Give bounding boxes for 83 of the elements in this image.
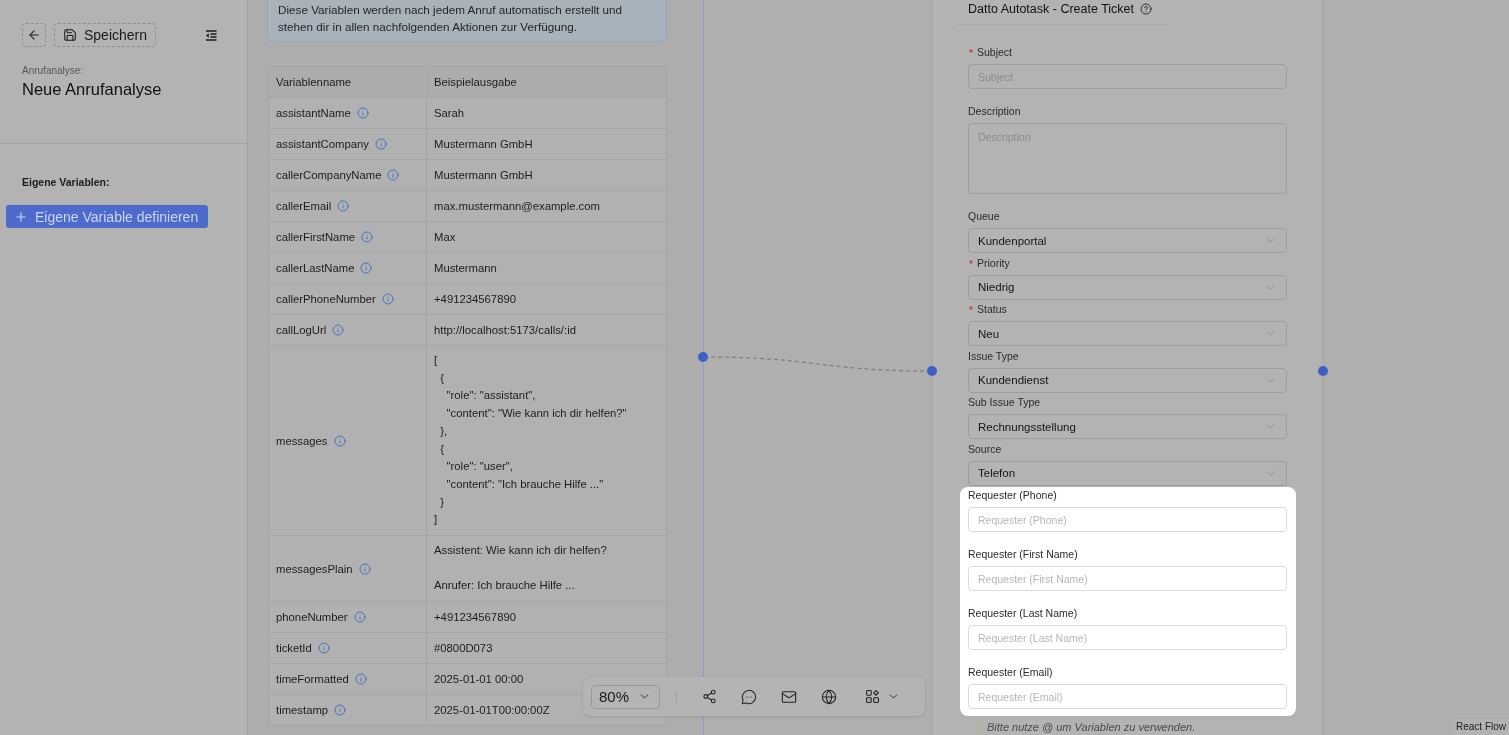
example-value: max.mustermann@example.com (426, 190, 667, 222)
analysis-title: Neue Anrufanalyse (22, 80, 162, 99)
info-notice: Diese Variablen werden nach jedem Anruf automatisch erstellt und stehen dir in allen nachfolgenden Aktionen zur Verfügung. (267, 0, 667, 42)
hint-text: Bitte nutze @ um Variablen zu verwenden. (987, 721, 1196, 734)
info-icon[interactable] (333, 434, 346, 447)
info-icon[interactable] (387, 169, 400, 181)
info-icon[interactable] (356, 107, 369, 119)
variable-name: callLogUrl (276, 324, 327, 336)
field-label: Sub Issue Type (968, 396, 1041, 409)
list-indent-icon[interactable] (205, 29, 217, 41)
save-button[interactable]: Speichern (54, 23, 157, 47)
info-icon[interactable] (337, 200, 350, 212)
globe-icon[interactable] (821, 688, 837, 705)
variable-name: callerPhoneNumber (276, 293, 376, 305)
example-value: Mustermann GmbH (426, 128, 667, 160)
variable-name: messagesPlain (276, 562, 353, 575)
example-value: Max (426, 221, 667, 253)
grid-icon[interactable] (866, 690, 879, 703)
field-label: Requester (First Name) (968, 548, 1078, 561)
variable-name: timestamp (276, 704, 329, 717)
info-icon[interactable] (332, 324, 345, 336)
section-heading: Eigene Variablen: (22, 176, 110, 189)
connection-handle[interactable] (927, 366, 937, 376)
mail-icon[interactable] (781, 688, 797, 705)
attribution-link[interactable]: React Flow (1452, 719, 1509, 735)
lightbulb-icon (973, 722, 983, 733)
variable-name: assistantName (276, 107, 351, 119)
connection-handle[interactable] (698, 352, 708, 362)
variable-name: callerEmail (276, 200, 332, 212)
save-icon (63, 28, 77, 42)
dropdown[interactable]: Kundendienst (968, 367, 1287, 393)
variable-name: messages (276, 434, 328, 447)
field-label: Requester (Last Name) (968, 607, 1078, 620)
info-icon[interactable] (317, 642, 330, 655)
column-header: Variablenname (268, 66, 427, 98)
variable-name: callerLastName (276, 262, 355, 274)
column-header: Beispielausgabe (426, 66, 667, 98)
field-label: Issue Type (968, 349, 1019, 363)
field-label: Status (977, 303, 1007, 316)
variable-name: callerFirstName (276, 231, 356, 243)
back-button[interactable] (22, 23, 46, 47)
field-label: Priority (977, 256, 1010, 270)
example-value: Mustermann (426, 252, 667, 284)
field-label: Subject (977, 46, 1013, 59)
info-icon[interactable] (381, 293, 394, 305)
field-label: Description (968, 105, 1021, 118)
variable-name: assistantCompany (276, 138, 369, 150)
info-icon[interactable] (358, 562, 371, 575)
info-icon[interactable] (334, 704, 347, 717)
example-value: Mustermann GmbH (426, 159, 667, 191)
info-icon[interactable] (374, 138, 387, 150)
analysis-caption: Anrufanalyse: (22, 64, 84, 77)
help-icon[interactable] (1140, 3, 1153, 15)
info-icon[interactable] (353, 611, 366, 624)
variable-name: ticketId (276, 642, 312, 655)
field-label: Requester (Email) (968, 666, 1053, 679)
zoom-select[interactable]: 80% (591, 684, 660, 709)
example-value: +491234567890 (426, 601, 667, 633)
info-icon[interactable] (361, 231, 374, 243)
field-label: Requester (Phone) (968, 489, 1057, 502)
share-icon[interactable] (701, 689, 717, 704)
example-value: #0800D073 (426, 632, 667, 664)
dropdown[interactable]: Kundenportal (968, 228, 1287, 253)
variable-name: callerCompanyName (276, 169, 382, 181)
plus-icon (14, 209, 28, 224)
example-value: http://localhost:5173/calls/:id (426, 314, 667, 346)
dropdown[interactable]: Niedrig (968, 274, 1287, 300)
node-title: Datto Autotask - Create Ticket (968, 2, 1135, 16)
connection-handle[interactable] (1318, 366, 1328, 376)
dropdown[interactable]: Neu (968, 321, 1287, 346)
example-value: +491234567890 (426, 283, 667, 315)
example-value: [ { "role": "assistant", "content": "Wie kann ich dir helfen?" }, { "role": "user", "content": "Ich brauche Hilfe ..." } ] (426, 345, 667, 536)
chat-bubble-icon[interactable] (741, 688, 757, 705)
variable-name: timeFormatted (276, 673, 349, 686)
field-label: Source (968, 442, 1002, 456)
dropdown[interactable]: Rechnungsstellung (968, 414, 1287, 439)
info-icon[interactable] (354, 673, 367, 686)
example-value: Sarah (426, 97, 667, 129)
info-icon[interactable] (360, 262, 373, 274)
dropdown[interactable]: Telefon (968, 460, 1287, 486)
field-label: Queue (968, 210, 1000, 223)
example-value: Assistent: Wie kann ich dir helfen? Anrufer: Ich brauche Hilfe ... (426, 535, 667, 602)
variable-name: phoneNumber (276, 611, 348, 624)
